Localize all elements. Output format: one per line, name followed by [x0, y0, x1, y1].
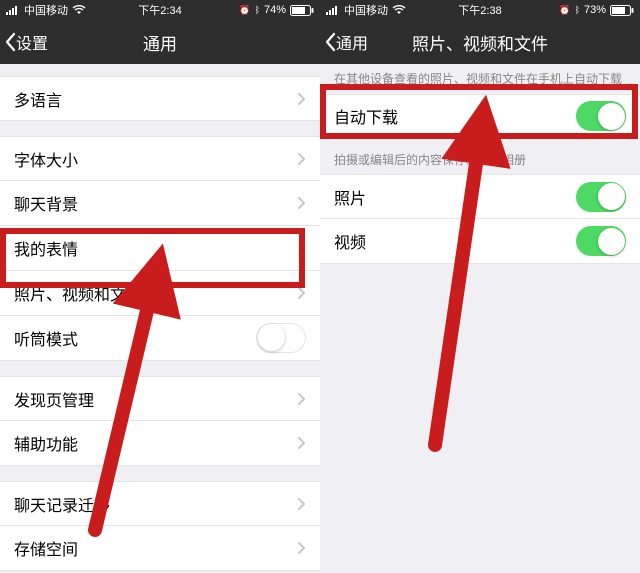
phone-left-general-settings: 中国移动 下午2:34 ⏰ ᛒ 74% 设置 通用 [0, 0, 320, 573]
cell-label: 听筒模式 [14, 326, 256, 350]
toggle-save-photos[interactable] [576, 182, 626, 212]
toggle-earpiece-mode[interactable] [256, 323, 306, 353]
bluetooth-icon: ᛒ [575, 6, 580, 15]
cell-label: 照片 [334, 185, 576, 209]
wifi-icon [72, 5, 86, 15]
cell-earpiece-mode[interactable]: 听筒模式 [0, 316, 320, 361]
cell-save-videos[interactable]: 视频 [320, 219, 640, 264]
cell-label: 聊天记录迁移 [14, 492, 297, 516]
carrier-label: 中国移动 [344, 2, 388, 18]
back-label: 设置 [16, 30, 48, 54]
alarm-icon: ⏰ [239, 6, 250, 15]
nav-bar: 设置 通用 [0, 20, 320, 64]
bluetooth-icon: ᛒ [255, 6, 260, 15]
back-button[interactable]: 通用 [320, 30, 368, 54]
cell-my-stickers[interactable]: 我的表情 [0, 226, 320, 271]
chevron-right-icon [297, 541, 306, 555]
back-button[interactable]: 设置 [0, 30, 48, 54]
chevron-right-icon [297, 92, 306, 106]
cell-save-photos[interactable]: 照片 [320, 174, 640, 219]
chevron-right-icon [297, 497, 306, 511]
chevron-right-icon [297, 286, 306, 300]
cell-photos-videos-files[interactable]: 照片、视频和文件 [0, 271, 320, 316]
cell-font-size[interactable]: 字体大小 [0, 136, 320, 181]
battery-icon [290, 5, 314, 16]
section-header: 拍摄或编辑后的内容保存到系统相册 [320, 147, 640, 175]
settings-list: 多语言 字体大小 聊天背景 我的表情 照片、视频和文件 [0, 64, 320, 573]
toggle-save-videos[interactable] [576, 226, 626, 256]
back-label: 通用 [336, 30, 368, 54]
cell-label: 聊天背景 [14, 191, 297, 215]
chevron-right-icon [297, 152, 306, 166]
status-bar: 中国移动 下午2:34 ⏰ ᛒ 74% [0, 0, 320, 20]
cell-label: 多语言 [14, 87, 297, 111]
cell-chat-migration[interactable]: 聊天记录迁移 [0, 481, 320, 526]
cell-auto-download[interactable]: 自动下载 [320, 94, 640, 139]
cell-language[interactable]: 多语言 [0, 76, 320, 121]
cell-storage[interactable]: 存储空间 [0, 526, 320, 571]
cell-label: 存储空间 [14, 536, 297, 560]
chevron-right-icon [297, 196, 306, 210]
chevron-left-icon [324, 32, 336, 52]
cell-label: 字体大小 [14, 147, 297, 171]
chevron-left-icon [4, 32, 16, 52]
cell-label: 视频 [334, 229, 576, 253]
cell-discover-management[interactable]: 发现页管理 [0, 376, 320, 421]
toggle-auto-download[interactable] [576, 101, 626, 131]
cell-label: 自动下载 [334, 104, 576, 128]
nav-bar: 通用 照片、视频和文件 [320, 20, 640, 64]
chevron-right-icon [297, 436, 306, 450]
chevron-right-icon [297, 392, 306, 406]
battery-icon [610, 5, 634, 16]
cell-label: 辅助功能 [14, 431, 297, 455]
signal-icon [326, 5, 340, 15]
cell-chat-background[interactable]: 聊天背景 [0, 181, 320, 226]
section-header: 在其他设备查看的照片、视频和文件在手机上自动下载 [320, 66, 640, 94]
cell-label: 发现页管理 [14, 387, 297, 411]
signal-icon [6, 5, 20, 15]
cell-accessibility[interactable]: 辅助功能 [0, 421, 320, 466]
settings-list: 在其他设备查看的照片、视频和文件在手机上自动下载 自动下载 拍摄或编辑后的内容保… [320, 64, 640, 573]
cell-label: 我的表情 [14, 236, 297, 260]
phone-right-photos-videos-files: 中国移动 下午2:38 ⏰ ᛒ 73% 通用 照片、视频和文件 [320, 0, 640, 573]
carrier-label: 中国移动 [24, 2, 68, 18]
cell-label: 照片、视频和文件 [14, 281, 297, 305]
battery-percent: 74% [264, 4, 286, 16]
wifi-icon [392, 5, 406, 15]
chevron-right-icon [297, 241, 306, 255]
status-bar: 中国移动 下午2:38 ⏰ ᛒ 73% [320, 0, 640, 20]
battery-percent: 73% [584, 4, 606, 16]
alarm-icon: ⏰ [559, 6, 570, 15]
